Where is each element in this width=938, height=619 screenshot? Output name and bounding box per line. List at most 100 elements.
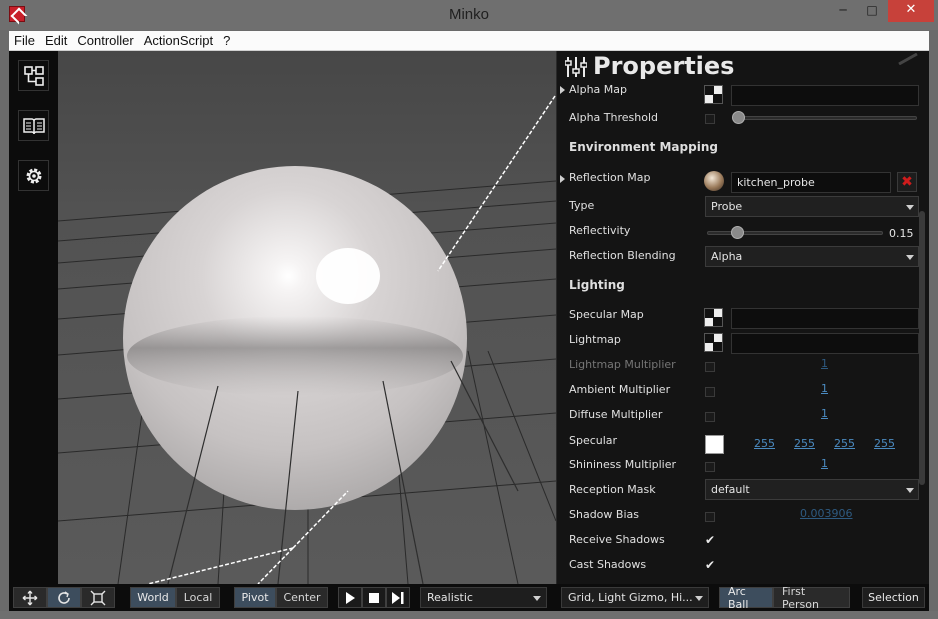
chevron-down-icon [906,205,914,210]
alpha-threshold-checkbox[interactable] [705,114,715,124]
world-button[interactable]: World [130,587,176,608]
display-options-dropdown[interactable]: Grid, Light Gizmo, Hi... [561,587,709,608]
reflection-blending-dropdown[interactable]: Alpha [705,246,919,267]
minimize-button[interactable]: ─ [829,0,857,22]
scale-button[interactable] [81,587,115,608]
3d-viewport[interactable] [58,51,556,584]
specular-map-field[interactable] [731,308,919,329]
remove-icon[interactable]: ✖ [897,172,917,192]
specular-a-value[interactable]: 255 [874,437,895,450]
lightmap-thumbnail[interactable] [704,333,723,352]
specular-g-value[interactable]: 255 [794,437,815,450]
lightmap-multiplier-checkbox[interactable] [705,362,715,372]
specular-map-row: Specular Map [557,304,929,329]
reflection-map-row: Reflection Map kitchen_probe ✖ [557,168,929,193]
arc-ball-button[interactable]: Arc Ball [719,585,773,611]
scene-graph-button[interactable] [18,60,49,91]
specular-map-thumbnail[interactable] [704,308,723,327]
library-button[interactable] [18,110,49,141]
alpha-map-thumbnail[interactable] [704,85,723,104]
menu-controller[interactable]: Controller [72,31,138,48]
window-title: Minko [448,6,489,23]
alpha-threshold-row: Alpha Threshold [557,107,929,131]
expand-arrow-icon[interactable] [560,175,565,183]
local-button[interactable]: Local [176,587,220,608]
move-icon [22,590,38,605]
shininess-multiplier-checkbox[interactable] [705,462,715,472]
scale-icon [90,590,106,605]
chevron-down-icon [906,488,914,493]
expand-arrow-icon[interactable] [560,86,565,94]
type-value: Probe [711,200,743,213]
center-button[interactable]: Center [276,587,328,608]
pivot-toggle: Pivot Center [234,587,328,608]
gear-icon [26,168,41,183]
playback-controls [338,587,410,608]
lightmap-label: Lightmap [569,333,621,346]
chevron-down-icon [695,596,703,601]
alpha-threshold-slider[interactable] [733,116,917,120]
step-forward-icon [392,591,404,604]
settings-button[interactable] [18,160,49,191]
specular-b-value[interactable]: 255 [834,437,855,450]
lightmap-multiplier-value[interactable]: 1 [821,357,828,370]
bottom-toolbar: World Local Pivot Center Realistic Grid,… [9,584,929,611]
rotate-button[interactable] [47,587,81,608]
reflection-blending-row: Reflection Blending Alpha [557,245,929,269]
pivot-button[interactable]: Pivot [234,587,276,608]
translate-button[interactable] [13,587,47,608]
first-person-button[interactable]: First Person [773,585,850,611]
alpha-threshold-knob[interactable] [732,111,745,124]
reflection-map-field[interactable]: kitchen_probe [731,172,891,193]
shadow-bias-value[interactable]: 0.003906 [800,507,853,520]
shininess-multiplier-label: Shininess Multiplier [569,458,677,471]
cast-shadows-row: Cast Shadows ✔ [557,554,929,578]
receive-shadows-checkbox[interactable]: ✔ [705,534,719,548]
diffuse-multiplier-label: Diffuse Multiplier [569,408,663,421]
main-area: Properties Alpha Map Alpha Threshold Env… [9,51,929,584]
play-button[interactable] [338,587,362,608]
left-toolbar [9,51,58,584]
shininess-multiplier-row: Shininess Multiplier 1 [557,454,929,478]
menu-help[interactable]: ? [218,31,235,48]
menu-bar: File Edit Controller ActionScript? [9,31,929,51]
reception-mask-dropdown[interactable]: default [705,479,919,500]
selection-button[interactable]: Selection [862,587,925,608]
menu-edit[interactable]: Edit [40,31,72,48]
type-dropdown[interactable]: Probe [705,196,919,217]
ambient-multiplier-checkbox[interactable] [705,387,715,397]
reflection-map-thumbnail[interactable] [704,171,724,191]
reception-mask-label: Reception Mask [569,483,656,496]
specular-label: Specular [569,434,618,447]
ambient-multiplier-value[interactable]: 1 [821,382,828,395]
specular-r-value[interactable]: 255 [754,437,775,450]
diffuse-multiplier-value[interactable]: 1 [821,407,828,420]
scene-canvas [58,95,556,584]
ambient-multiplier-row: Ambient Multiplier 1 [557,379,929,403]
cast-shadows-checkbox[interactable]: ✔ [705,559,719,573]
lightmap-row: Lightmap [557,329,929,354]
reflection-blending-value: Alpha [711,250,743,263]
play-icon [346,591,355,604]
panel-title: Properties [593,52,735,80]
specular-color-swatch[interactable] [705,435,724,454]
lightmap-field[interactable] [731,333,919,354]
menu-file[interactable]: File [9,31,40,48]
panel-scrollbar[interactable] [919,211,925,485]
type-row: Type Probe [557,195,929,219]
alpha-map-field[interactable] [731,85,919,106]
environment-mapping-header: Environment Mapping [569,140,718,154]
render-mode-dropdown[interactable]: Realistic [420,587,547,608]
maximize-button[interactable]: □ [858,0,886,22]
close-button[interactable]: ✕ [888,0,934,22]
menu-actionscript[interactable]: ActionScript [139,31,218,48]
specular-map-label: Specular Map [569,308,644,321]
shininess-multiplier-value[interactable]: 1 [821,457,828,470]
diffuse-multiplier-checkbox[interactable] [705,412,715,422]
shadow-bias-checkbox[interactable] [705,512,715,522]
step-button[interactable] [386,587,410,608]
reflectivity-knob[interactable] [731,226,744,239]
stop-button[interactable] [362,587,386,608]
lighting-header: Lighting [569,278,625,292]
reflection-blending-label: Reflection Blending [569,249,676,262]
